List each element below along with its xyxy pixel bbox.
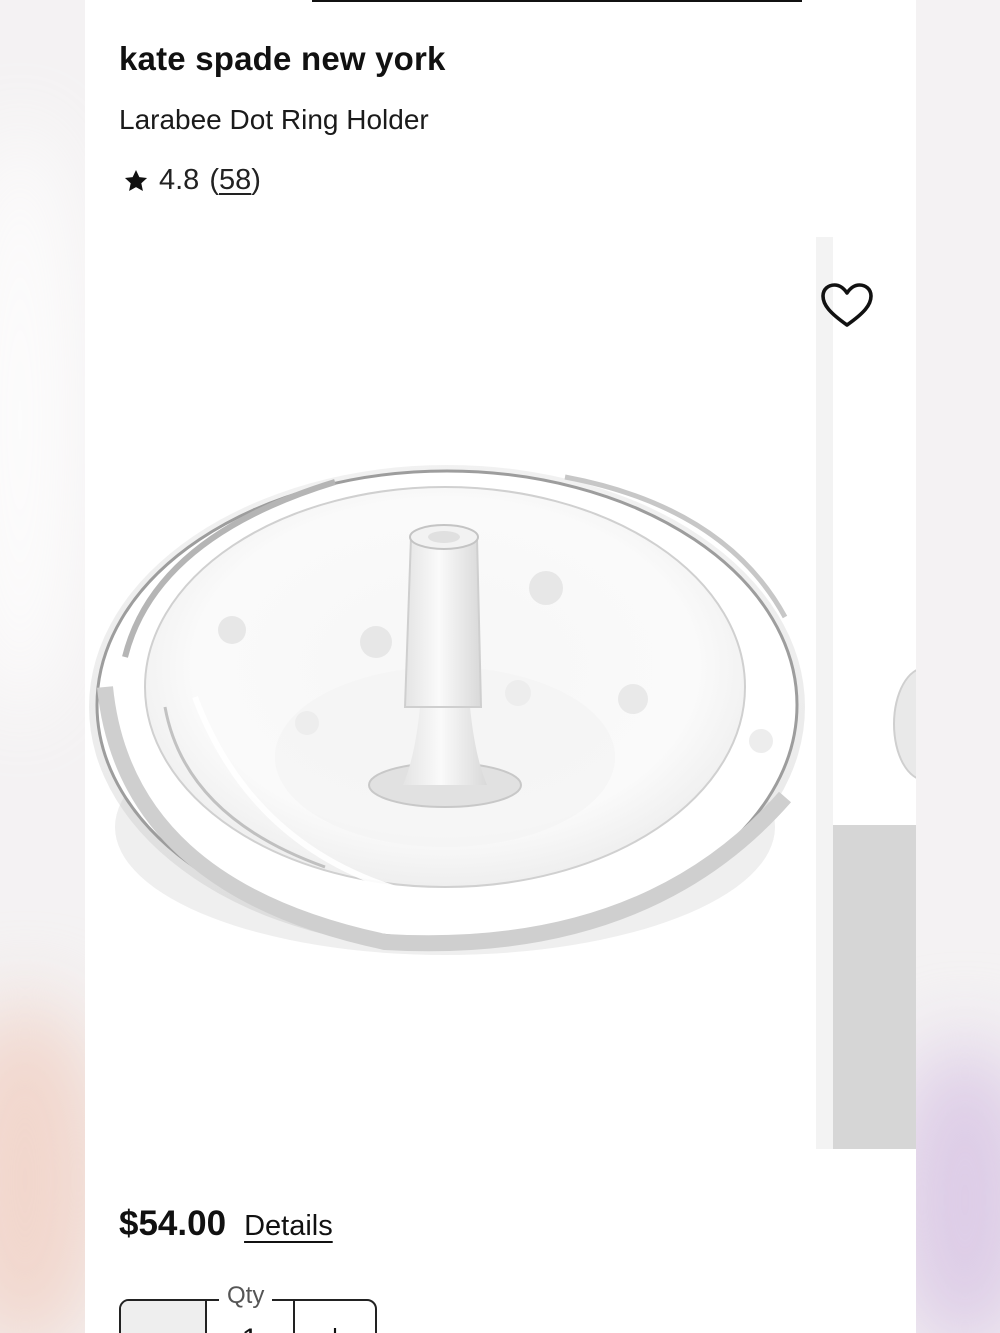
rating-summary[interactable]: 4.8 (58) [123,164,261,197]
price-details-link[interactable]: Details [244,1210,333,1243]
decrease-quantity-button[interactable] [121,1301,207,1333]
glass-ring-holder-image [89,465,805,955]
product-image[interactable] [85,237,816,1149]
review-count-open-paren: ( [209,164,219,196]
backdrop-blur-top [0,120,80,720]
next-image-glass-edge [893,667,916,781]
next-product-image-peek[interactable] [833,237,916,1149]
increase-quantity-button[interactable]: + [295,1301,375,1333]
quantity-stepper[interactable]: 1 + Qty [119,1282,377,1333]
product-panel: kate spade new york Larabee Dot Ring Hol… [85,0,916,1333]
quantity-label: Qty [219,1282,273,1310]
next-image-background [833,825,916,1149]
product-price: $54.00 [119,1204,227,1243]
active-tab-indicator [312,0,802,2]
image-carousel[interactable] [85,237,916,1149]
star-icon [124,169,148,191]
product-title: Larabee Dot Ring Holder [119,104,429,135]
review-count-close-paren: ) [251,164,261,196]
carousel-divider [816,237,833,1149]
brand-name[interactable]: kate spade new york [119,40,446,78]
rating-value: 4.8 [159,164,200,196]
review-count-link[interactable]: 58 [219,164,251,197]
add-to-wishlist-button[interactable] [820,283,874,329]
heart-outline-icon [821,283,873,327]
price-row: $54.00 Details [119,1204,333,1244]
